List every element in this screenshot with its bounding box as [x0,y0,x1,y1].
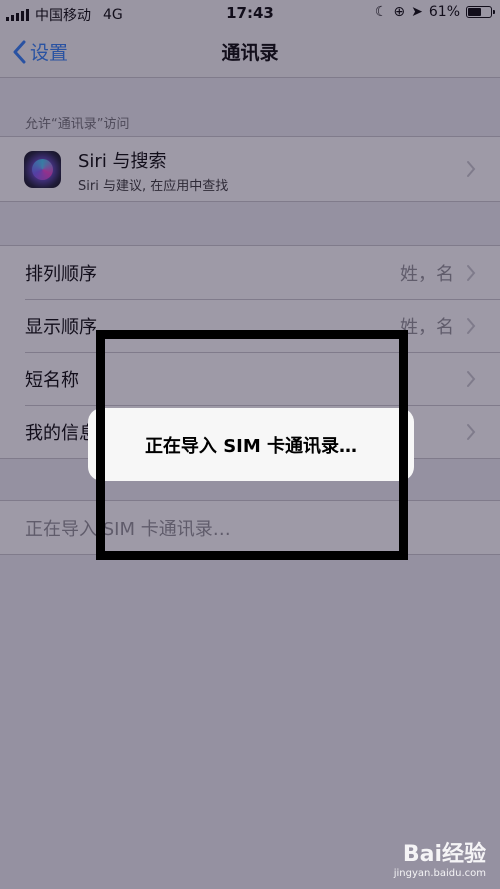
watermark-url: jingyan.baidu.com [393,868,486,879]
baidu-watermark: Bai经验 jingyan.baidu.com [394,844,486,879]
annotation-highlight-box [96,330,408,560]
watermark-brand: Bai经验 [402,842,486,867]
